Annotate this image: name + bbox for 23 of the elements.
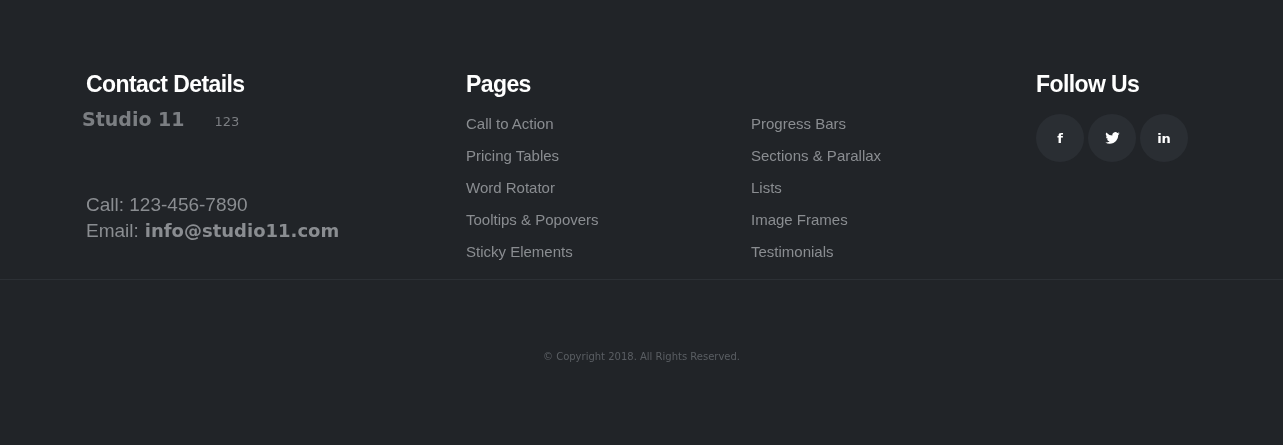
page-link[interactable]: Sections & Parallax — [751, 140, 882, 172]
page-link[interactable]: Call to Action — [466, 108, 554, 140]
page-link[interactable]: Word Rotator — [466, 172, 555, 204]
logo-text: Studio 11 — [82, 108, 185, 130]
page-link[interactable]: Lists — [751, 172, 782, 204]
page-link[interactable]: Progress Bars — [751, 108, 847, 140]
social-button[interactable]: f — [1036, 114, 1084, 162]
email-label: Email: — [86, 219, 139, 243]
social-button[interactable] — [1088, 114, 1136, 162]
page-link[interactable]: Tooltips & Popovers — [466, 204, 599, 236]
section-heading: Pages — [466, 70, 532, 98]
page-link[interactable]: Sticky Elements — [466, 236, 573, 268]
section-heading: Contact Details — [86, 70, 246, 98]
page-link[interactable]: Testimonials — [751, 236, 834, 268]
copyright-text: © Copyright 2018. All Rights Reserved. — [542, 351, 740, 362]
page-link[interactable]: Pricing Tables — [466, 140, 560, 172]
bird-icon — [1104, 132, 1120, 144]
phone-text: Call: 123-456-7890 — [86, 193, 249, 217]
section-heading: Follow Us — [1036, 70, 1141, 98]
email-link[interactable]: info@studio11.com — [144, 218, 340, 244]
logo-note: 123 — [214, 114, 240, 129]
page-link[interactable]: Image Frames — [751, 204, 848, 236]
social-button[interactable]: in — [1140, 114, 1188, 162]
